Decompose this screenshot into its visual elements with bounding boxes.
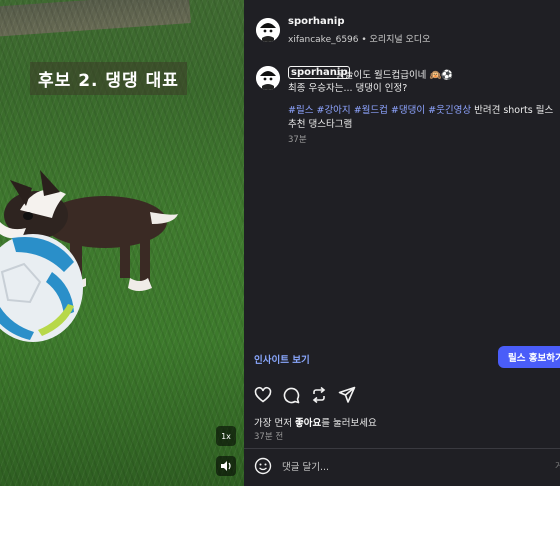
video-player[interactable]: 후보 2. 댕댕 대표 1x [0,0,244,486]
remix-icon[interactable] [310,386,328,404]
profile-cartoon-icon [256,18,280,42]
video-caption-overlay: 후보 2. 댕댕 대표 [30,62,187,95]
caption-line-1: 공놀이도 월드컵급이네 🙉⚽ [336,70,454,81]
first-like-prompt: 가장 먼저 좋아요를 눌러보세요 [254,418,377,429]
playback-speed-button[interactable]: 1x [216,426,236,446]
mute-toggle-button[interactable] [216,456,236,476]
header-avatar[interactable] [256,18,280,42]
comment-input[interactable] [280,457,534,477]
like-link[interactable]: 좋아요 [295,418,321,429]
caption-line-2: 최종 우승자는... 댕댕이 인정? [288,83,408,94]
post-comment-button[interactable]: 게 [555,459,560,472]
caption-hashtags: #릴스 #강아지 #월드컵 #댕댕이 #웃긴영상 반려견 shorts 릴스추천… [288,104,558,132]
soccer-ball-image [0,234,83,342]
hashtag-link[interactable]: #월드컵 [354,105,388,116]
caption-avatar[interactable] [256,66,280,90]
heart-icon[interactable] [254,386,272,404]
post-details-panel: sporhanip xifancake_6596 • 오리지널 오디오 spor… [244,0,560,486]
emoji-icon[interactable] [254,457,272,475]
reel-viewer: 후보 2. 댕댕 대표 1x sporhanip xifancake_6596 … [0,0,560,486]
hashtag-link[interactable]: #강아지 [316,105,350,116]
view-insights-link[interactable]: 인사이트 보기 [254,352,310,366]
profile-cartoon-icon [256,66,280,90]
comment-icon[interactable] [282,386,300,404]
hashtag-link[interactable]: #웃긴영상 [428,105,471,116]
comment-divider [244,448,560,449]
promote-reel-button[interactable]: 릴스 홍보하기 [498,346,560,368]
header-username[interactable]: sporhanip [288,16,344,27]
hashtag-link[interactable]: #댕댕이 [391,105,425,116]
share-icon[interactable] [338,386,356,404]
hashtag-link[interactable]: #릴스 [288,105,313,116]
caption-timestamp: 37분 [288,135,307,145]
speaker-icon [221,461,231,471]
header-audio-info[interactable]: xifancake_6596 • 오리지널 오디오 [288,32,430,45]
post-timestamp: 37분 전 [254,432,284,442]
